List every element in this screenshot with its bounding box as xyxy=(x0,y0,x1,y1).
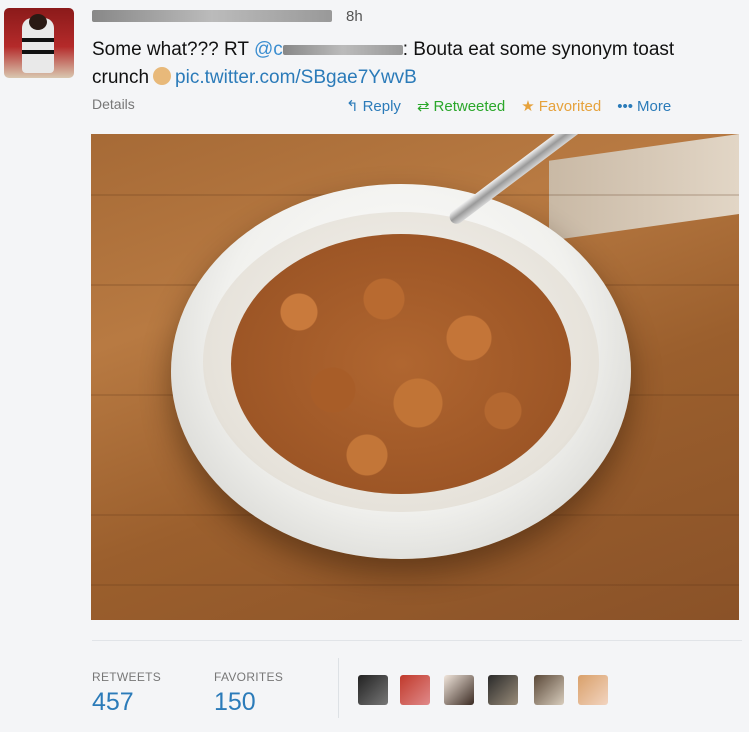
reply-button[interactable]: ↰ Reply xyxy=(346,97,401,116)
star-icon: ★ xyxy=(521,98,535,115)
retweets-count[interactable]: 457 xyxy=(92,688,134,717)
engager-avatar[interactable] xyxy=(400,675,430,705)
retweets-label: RETWEETS xyxy=(92,670,162,684)
avatar-stripe xyxy=(22,50,54,54)
favorited-button[interactable]: ★ Favorited xyxy=(521,97,602,116)
tweet-photo[interactable] xyxy=(91,134,739,620)
favorites-count[interactable]: 150 xyxy=(214,688,256,717)
tweet-media-link[interactable]: pic.twitter.com/SBgae7YwvB xyxy=(175,67,417,88)
stats-divider xyxy=(92,640,742,641)
engager-avatar[interactable] xyxy=(488,675,518,705)
favorited-label: Favorited xyxy=(538,97,602,115)
more-label: More xyxy=(636,97,672,115)
tweet-timestamp[interactable]: 8h xyxy=(346,8,363,25)
more-button[interactable]: ••• More xyxy=(617,97,671,115)
avatar-head xyxy=(29,14,47,30)
ellipsis-icon: ••• xyxy=(617,97,633,115)
favorites-label: FAVORITES xyxy=(214,670,284,684)
redacted-mention xyxy=(282,44,403,55)
retweeted-label: Retweeted xyxy=(433,97,506,115)
engager-avatar[interactable] xyxy=(578,675,608,705)
tweet-text-line2: crunch xyxy=(92,67,150,88)
engager-avatar[interactable] xyxy=(444,675,474,705)
retweeted-button[interactable]: ⇄ Retweeted xyxy=(416,97,506,116)
wood-grain xyxy=(91,584,739,586)
reply-label: Reply xyxy=(362,97,401,115)
details-link[interactable]: Details xyxy=(92,96,135,112)
avatar-stripe xyxy=(22,38,54,42)
retweet-icon: ⇄ xyxy=(416,98,430,115)
pointing-hand-emoji-icon xyxy=(153,67,172,85)
reply-arrow-icon: ↰ xyxy=(346,98,359,115)
engager-avatar[interactable] xyxy=(534,675,564,705)
tweet-actions: ↰ Reply ⇄ Retweeted ★ Favorited ••• More xyxy=(346,97,671,116)
tweet-text: Some what??? RT @c : Bouta eat some synon… xyxy=(92,36,742,92)
tweet-text-prefix: Some what??? RT xyxy=(92,39,254,60)
mention-link[interactable]: @c xyxy=(254,39,283,60)
stats-separator xyxy=(338,658,339,718)
cereal-pieces xyxy=(231,234,571,494)
engager-avatar[interactable] xyxy=(358,675,388,705)
photo-background-wall xyxy=(549,134,739,241)
tweet-text-rest: : Bouta eat some synonym toast xyxy=(402,39,675,60)
author-avatar[interactable] xyxy=(4,8,74,78)
redacted-author-name[interactable] xyxy=(92,10,332,22)
